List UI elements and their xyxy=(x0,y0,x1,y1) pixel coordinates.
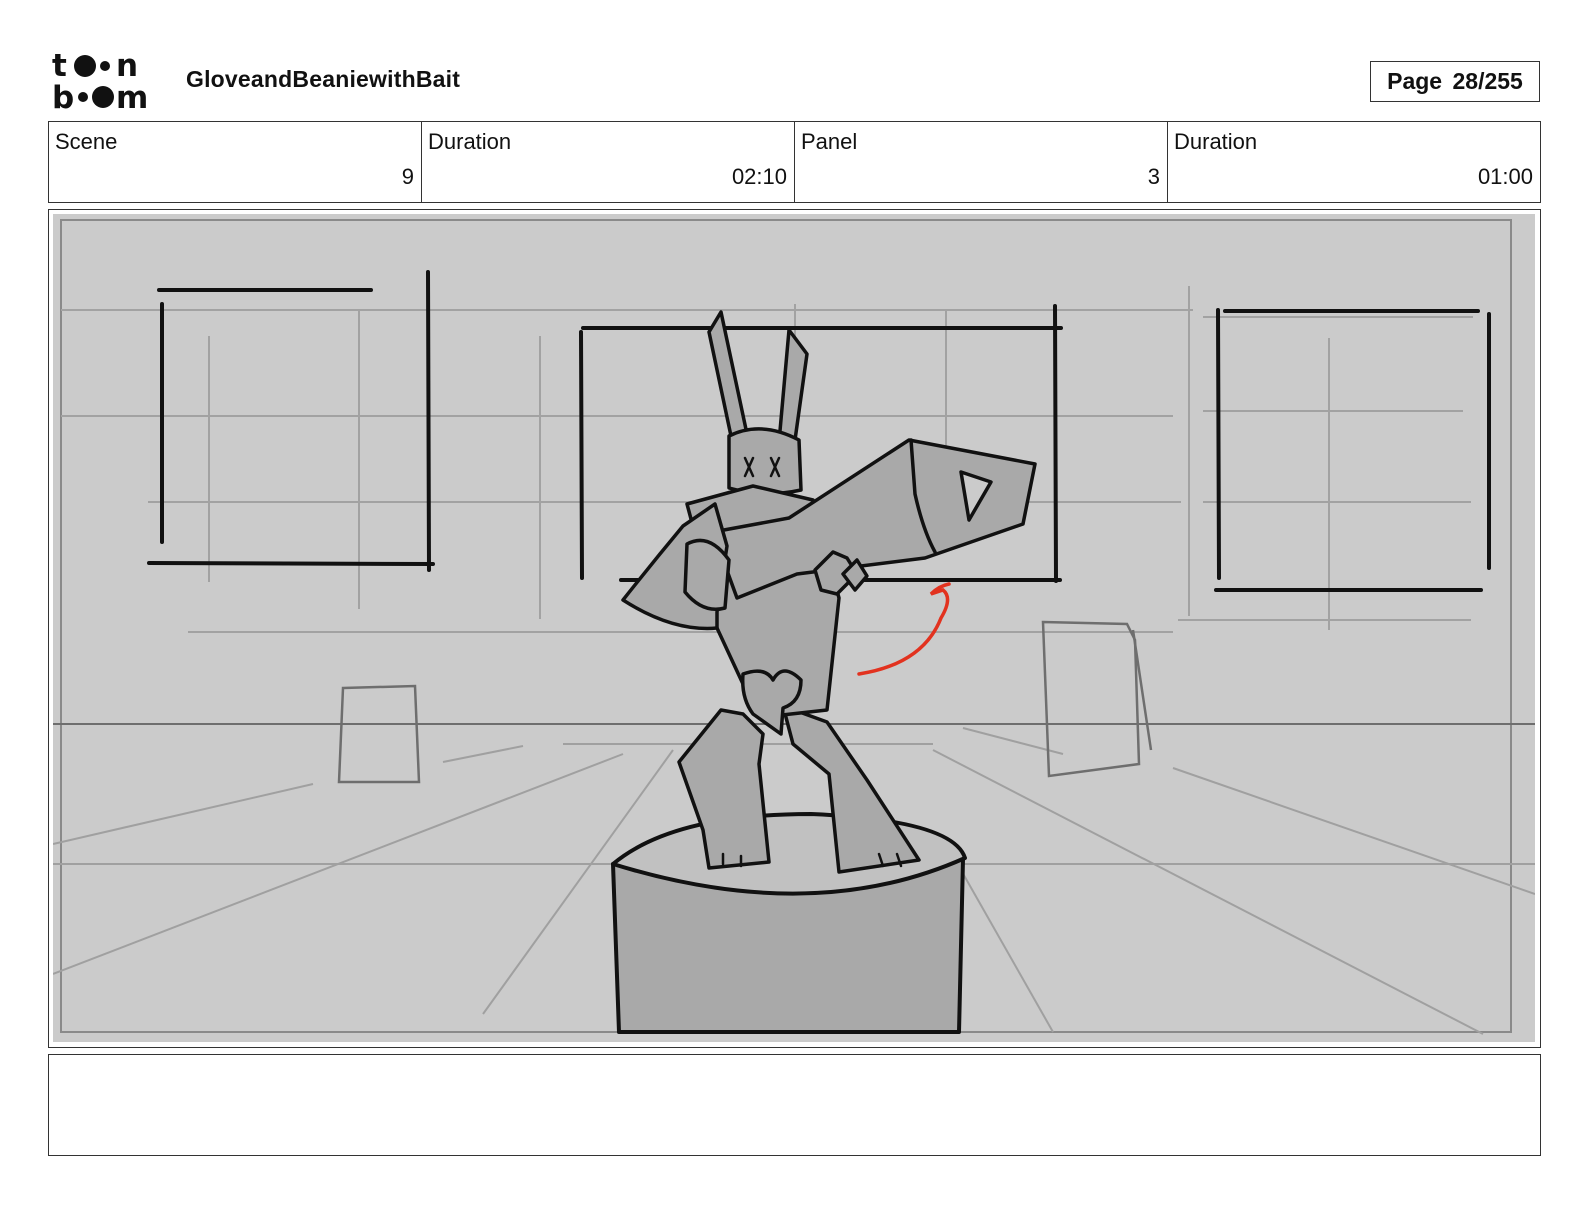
panel-sketch xyxy=(53,214,1535,1042)
toon-boom-logo-graphic: t n b m xyxy=(52,48,148,116)
scene-duration-value: 02:10 xyxy=(731,164,787,189)
project-title: GloveandBeaniewithBait xyxy=(186,66,461,92)
panel-duration-cell: Duration 01:00 xyxy=(1168,122,1540,202)
panel-label: Panel xyxy=(801,129,858,154)
toon-boom-logo: t n b m xyxy=(52,48,164,116)
svg-text:n: n xyxy=(116,50,138,84)
panel-duration-label: Duration xyxy=(1174,129,1258,154)
page-label: Page xyxy=(1387,68,1443,94)
page-number: 28/255 xyxy=(1452,68,1523,94)
panel-notes-box xyxy=(48,1054,1541,1156)
scene-cell: Scene 9 xyxy=(49,122,422,202)
svg-text:t: t xyxy=(52,50,67,84)
scene-duration-label: Duration xyxy=(428,129,512,154)
svg-text:b: b xyxy=(52,80,74,112)
scene-label: Scene xyxy=(55,129,118,154)
storyboard-panel xyxy=(48,209,1541,1048)
scene-duration-cell: Duration 02:10 xyxy=(422,122,795,202)
panel-duration-value: 01:00 xyxy=(1477,164,1533,189)
svg-text:m: m xyxy=(116,80,148,112)
scene-info-row: Scene 9 Duration 02:10 Panel 3 Duration … xyxy=(48,121,1541,203)
page-indicator: Page 28/255 xyxy=(1370,61,1540,102)
panel-cell: Panel 3 xyxy=(795,122,1168,202)
panel-number: 3 xyxy=(1147,164,1160,189)
scene-number: 9 xyxy=(401,164,414,189)
